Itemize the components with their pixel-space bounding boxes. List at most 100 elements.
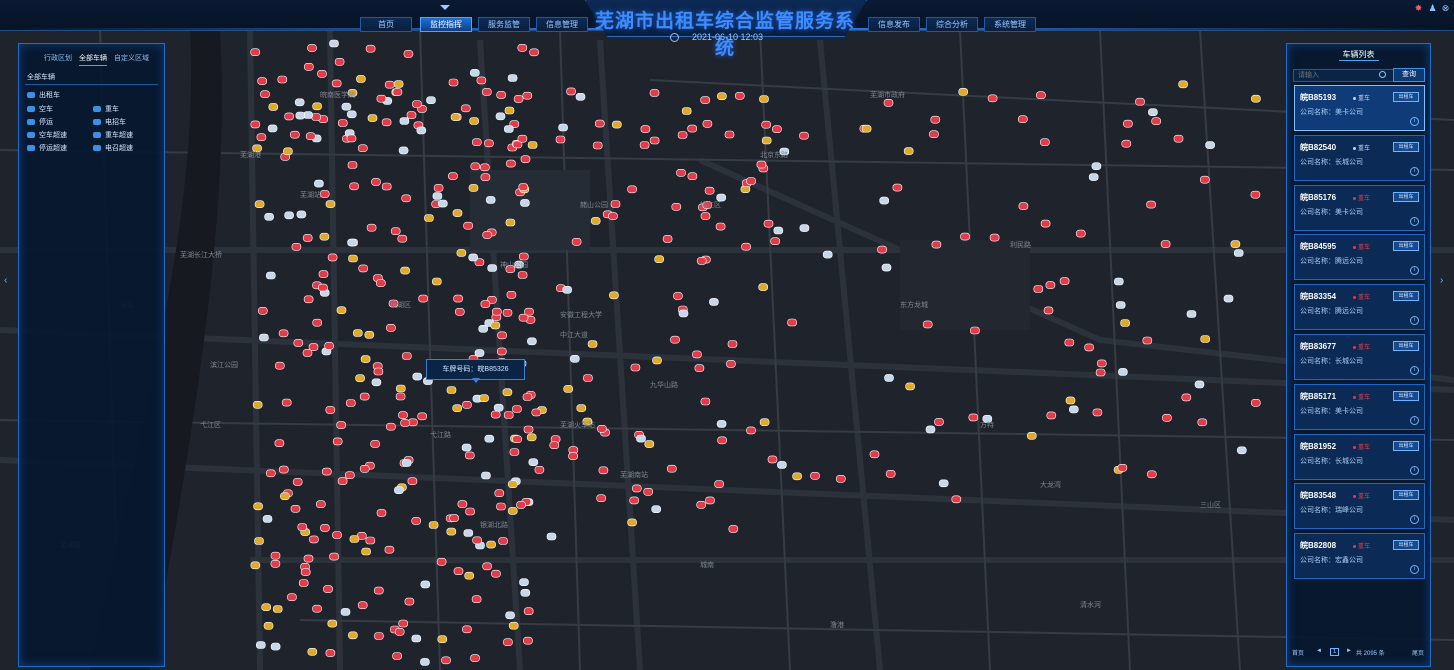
taxi-marker[interactable]: [951, 495, 962, 504]
taxi-marker[interactable]: [470, 162, 481, 171]
taxi-marker[interactable]: [284, 112, 294, 121]
taxi-marker[interactable]: [970, 326, 980, 335]
taxi-marker[interactable]: [1251, 94, 1261, 103]
taxi-marker[interactable]: [517, 271, 528, 279]
taxi-marker[interactable]: [357, 144, 368, 152]
taxi-marker[interactable]: [420, 658, 430, 666]
taxi-marker[interactable]: [471, 595, 482, 604]
taxi-marker[interactable]: [325, 406, 336, 414]
taxi-marker[interactable]: [309, 535, 319, 544]
vehicle-card[interactable]: 皖B85176 重车 出租车 公司名称：美卡公司 i: [1294, 184, 1425, 231]
taxi-marker[interactable]: [265, 271, 276, 280]
taxi-marker[interactable]: [527, 337, 537, 346]
taxi-marker[interactable]: [390, 227, 401, 235]
taxi-marker[interactable]: [517, 43, 528, 52]
taxi-marker[interactable]: [497, 331, 507, 340]
taxi-marker[interactable]: [958, 88, 969, 96]
taxi-marker[interactable]: [575, 93, 586, 101]
taxi-marker[interactable]: [678, 309, 689, 318]
taxi-marker[interactable]: [314, 179, 324, 188]
info-icon[interactable]: i: [1410, 266, 1419, 276]
taxi-marker[interactable]: [303, 554, 314, 563]
nav-info[interactable]: 信息管理: [536, 17, 588, 32]
taxi-marker[interactable]: [677, 131, 688, 139]
taxi-marker[interactable]: [359, 392, 370, 401]
taxi-marker[interactable]: [305, 132, 316, 140]
taxi-marker[interactable]: [471, 138, 482, 146]
vehicle-card[interactable]: 皖B83548 重车 出租车 公司名称：瑞峰公司 i: [1294, 483, 1425, 530]
taxi-marker[interactable]: [724, 130, 735, 139]
taxi-marker[interactable]: [274, 439, 285, 448]
taxi-marker[interactable]: [498, 537, 508, 545]
taxi-marker[interactable]: [799, 131, 809, 140]
taxi-marker[interactable]: [822, 250, 833, 259]
taxi-marker[interactable]: [325, 649, 336, 657]
taxi-marker[interactable]: [469, 69, 480, 77]
prev-page-button[interactable]: ◄: [1316, 648, 1322, 654]
taxi-marker[interactable]: [468, 184, 479, 192]
taxi-marker[interactable]: [336, 421, 347, 429]
info-icon[interactable]: i: [1410, 366, 1419, 375]
taxi-marker[interactable]: [448, 78, 459, 87]
taxi-marker[interactable]: [566, 87, 576, 96]
info-icon[interactable]: i: [1410, 415, 1419, 425]
taxi-marker[interactable]: [715, 222, 726, 231]
taxi-marker[interactable]: [925, 425, 936, 434]
taxi-marker[interactable]: [496, 502, 506, 511]
taxi-marker[interactable]: [481, 88, 492, 96]
left-collapse-icon[interactable]: ‹: [4, 275, 7, 286]
taxi-marker[interactable]: [522, 91, 533, 100]
taxi-marker[interactable]: [649, 89, 660, 97]
taxi-marker[interactable]: [527, 141, 538, 149]
taxi-marker[interactable]: [277, 75, 288, 84]
taxi-marker[interactable]: [457, 500, 468, 508]
taxi-marker[interactable]: [394, 486, 404, 495]
taxi-marker[interactable]: [337, 477, 348, 485]
taxi-marker[interactable]: [1076, 229, 1086, 238]
taxi-marker[interactable]: [399, 117, 410, 125]
taxi-marker[interactable]: [523, 425, 534, 434]
taxi-marker[interactable]: [371, 378, 382, 387]
taxi-marker[interactable]: [401, 352, 412, 360]
taxi-marker[interactable]: [631, 484, 642, 493]
taxi-marker[interactable]: [400, 419, 410, 427]
info-icon[interactable]: i: [1410, 117, 1419, 126]
taxi-marker[interactable]: [278, 329, 289, 338]
taxi-marker[interactable]: [516, 501, 526, 509]
taxi-marker[interactable]: [270, 559, 281, 568]
taxi-marker[interactable]: [373, 367, 384, 376]
taxi-marker[interactable]: [922, 320, 933, 329]
taxi-marker[interactable]: [694, 364, 705, 372]
taxi-marker[interactable]: [404, 597, 415, 606]
taxi-marker[interactable]: [810, 471, 820, 480]
taxi-marker[interactable]: [792, 472, 802, 481]
taxi-marker[interactable]: [746, 426, 756, 435]
taxi-marker[interactable]: [508, 621, 519, 630]
taxi-marker[interactable]: [302, 349, 313, 357]
taxi-marker[interactable]: [384, 545, 395, 554]
taxi-marker[interactable]: [1046, 411, 1057, 420]
legend-stopped-speeding[interactable]: 停运超速: [27, 143, 67, 153]
taxi-marker[interactable]: [761, 120, 772, 129]
taxi-marker[interactable]: [576, 404, 587, 412]
taxi-marker[interactable]: [315, 500, 326, 509]
taxi-marker[interactable]: [734, 92, 745, 100]
taxi-marker[interactable]: [340, 608, 351, 616]
taxi-marker[interactable]: [366, 223, 377, 232]
taxi-marker[interactable]: [441, 656, 451, 665]
taxi-marker[interactable]: [770, 237, 781, 245]
legend-dispatch[interactable]: 电招车: [93, 117, 126, 127]
taxi-marker[interactable]: [357, 601, 368, 610]
taxi-marker[interactable]: [433, 184, 444, 192]
taxi-marker[interactable]: [505, 218, 516, 227]
taxi-marker[interactable]: [1120, 319, 1130, 327]
taxi-marker[interactable]: [268, 103, 279, 111]
taxi-marker[interactable]: [407, 477, 418, 486]
taxi-marker[interactable]: [756, 160, 767, 169]
taxi-marker[interactable]: [681, 107, 692, 115]
taxi-marker[interactable]: [1186, 310, 1197, 318]
taxi-marker[interactable]: [518, 183, 529, 191]
taxi-marker[interactable]: [692, 350, 702, 359]
taxi-marker[interactable]: [272, 605, 283, 613]
taxi-marker[interactable]: [267, 124, 278, 133]
